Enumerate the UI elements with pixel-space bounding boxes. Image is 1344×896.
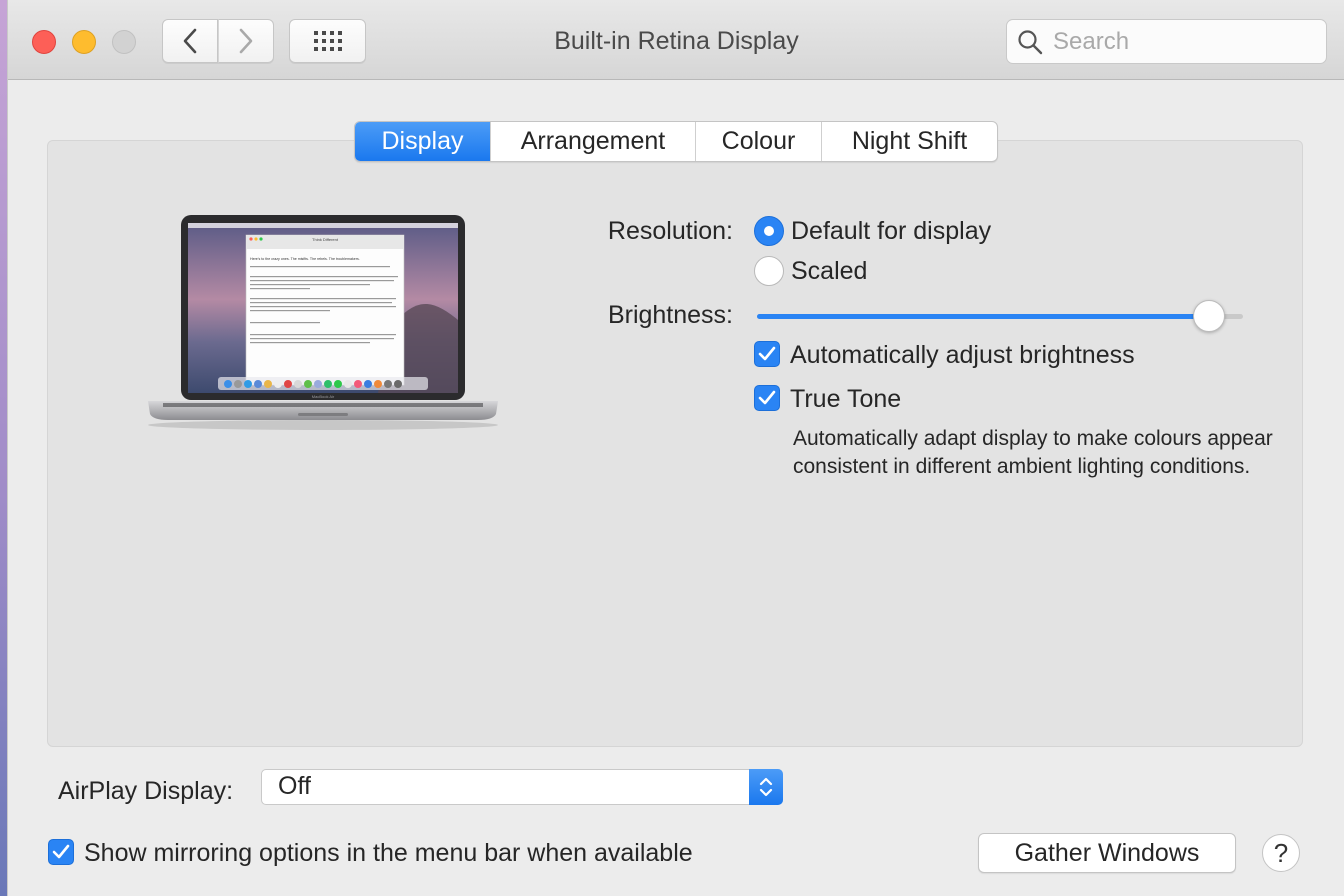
tab-colour[interactable]: Colour [696, 122, 822, 161]
help-button[interactable]: ? [1262, 834, 1300, 872]
tab-night-shift[interactable]: Night Shift [822, 122, 997, 161]
search-field[interactable] [1006, 19, 1327, 64]
true-tone-checkbox[interactable] [754, 385, 780, 411]
resolution-default-radio[interactable] [754, 216, 784, 246]
resolution-label: Resolution: [607, 217, 733, 245]
laptop-screen-window: Think Different Here's to the crazy ones… [245, 234, 405, 386]
resolution-scaled-radio[interactable] [754, 256, 784, 286]
minimize-window-button[interactable] [72, 30, 96, 54]
laptop-brand: MacBook Air [312, 394, 335, 399]
true-tone-label: True Tone [790, 385, 902, 413]
title-bar: Built-in Retina Display [8, 0, 1344, 80]
brightness-slider-knob[interactable] [1192, 300, 1225, 332]
checkmark-icon [758, 390, 776, 405]
laptop-screen-text: Here's to the crazy ones. The misfits. T… [250, 257, 360, 261]
laptop-screen-window-title: Think Different [312, 237, 339, 242]
back-button[interactable] [162, 19, 218, 63]
search-icon [1018, 29, 1043, 54]
search-input[interactable] [1051, 26, 1315, 57]
close-window-button[interactable] [32, 30, 56, 54]
resolution-default-label: Default for display [791, 217, 992, 245]
auto-brightness-checkbox[interactable] [754, 341, 780, 367]
airplay-select-value: Off [278, 772, 311, 800]
airplay-label: AirPlay Display: [58, 777, 234, 805]
auto-brightness-label: Automatically adjust brightness [790, 341, 1135, 369]
chevron-right-icon [239, 28, 253, 54]
checkmark-icon [52, 844, 70, 859]
zoom-window-button[interactable] [112, 30, 136, 54]
mirroring-label: Show mirroring options in the menu bar w… [84, 839, 693, 867]
true-tone-description: Automatically adapt display to make colo… [793, 427, 1273, 478]
airplay-select[interactable]: Off [261, 769, 783, 805]
grid-icon [313, 31, 342, 51]
checkmark-icon [758, 346, 776, 361]
brightness-slider[interactable] [757, 300, 1243, 332]
select-arrows-icon [749, 769, 783, 805]
laptop-illustration: Think Different Here's to the crazy ones… [148, 215, 498, 430]
tab-arrangement[interactable]: Arrangement [491, 122, 696, 161]
brightness-slider-fill [757, 314, 1209, 319]
tab-bar: Display Arrangement Colour Night Shift [354, 121, 998, 162]
gather-windows-button[interactable]: Gather Windows [978, 833, 1236, 873]
forward-button[interactable] [218, 19, 274, 63]
system-preferences-window: Built-in Retina Display Display Arrangem… [7, 0, 1344, 896]
tab-display[interactable]: Display [355, 122, 491, 161]
chevron-left-icon [183, 28, 197, 54]
show-all-button[interactable] [289, 19, 366, 63]
mirroring-checkbox[interactable] [48, 839, 74, 865]
brightness-label: Brightness: [607, 301, 733, 329]
resolution-scaled-label: Scaled [791, 257, 868, 285]
